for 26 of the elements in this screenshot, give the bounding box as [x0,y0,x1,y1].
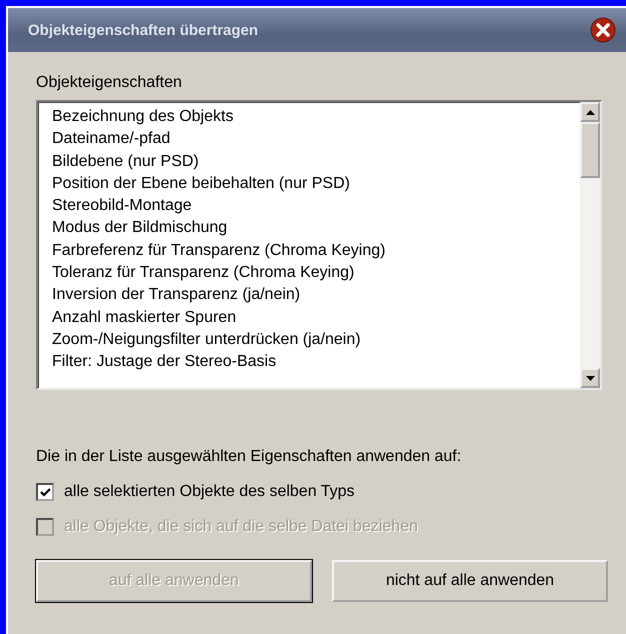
list-item[interactable]: Zoom-/Neigungsfilter unterdrücken (ja/nein) [52,328,580,352]
list-item[interactable]: Toleranz für Transparenz (Chroma Keying) [52,262,580,284]
close-icon[interactable] [590,17,616,43]
list-label: Objekteigenschaften [36,74,183,92]
scroll-down-button[interactable] [580,368,600,388]
list-item[interactable]: Position der Ebene beibehalten (nur PSD) [52,172,580,196]
property-list[interactable] [36,100,602,390]
checkbox[interactable] [36,483,54,501]
list-item[interactable]: Filter: Justage der Stereo-Basis [52,351,580,374]
checkmark-icon [40,488,50,496]
list-item[interactable]: Stereobild-Montage [52,195,580,218]
list-item[interactable]: Anzahl maskierter Spuren [52,306,580,329]
list-item[interactable]: Modus der Bildmischung [52,217,580,240]
list-item[interactable]: Farbreferenz für Transparenz (Chroma Keying) [52,240,580,262]
window-title: Objekteigenschaften übertragen [28,22,258,38]
list-item[interactable]: Dateiname/-pfad [52,128,580,151]
list-item[interactable]: Bezeichnung des Objekts [52,106,580,128]
apply-label: Die in der Liste ausgewählten Eigenschaften anwenden auf: [36,448,462,466]
scroll-thumb[interactable] [580,122,600,178]
scroll-up-button[interactable] [580,102,600,122]
checkbox-label: alle selektierten Objekte des selben Typs [64,483,355,501]
up-arrow-icon [586,110,594,114]
down-arrow-icon [586,376,594,380]
list-item[interactable]: Inversion der Transparenz (ja/nein) [52,284,580,307]
list-item[interactable]: Bildebene (nur PSD) [52,150,580,173]
action-button[interactable]: nicht auf alle anwenden [332,560,608,602]
